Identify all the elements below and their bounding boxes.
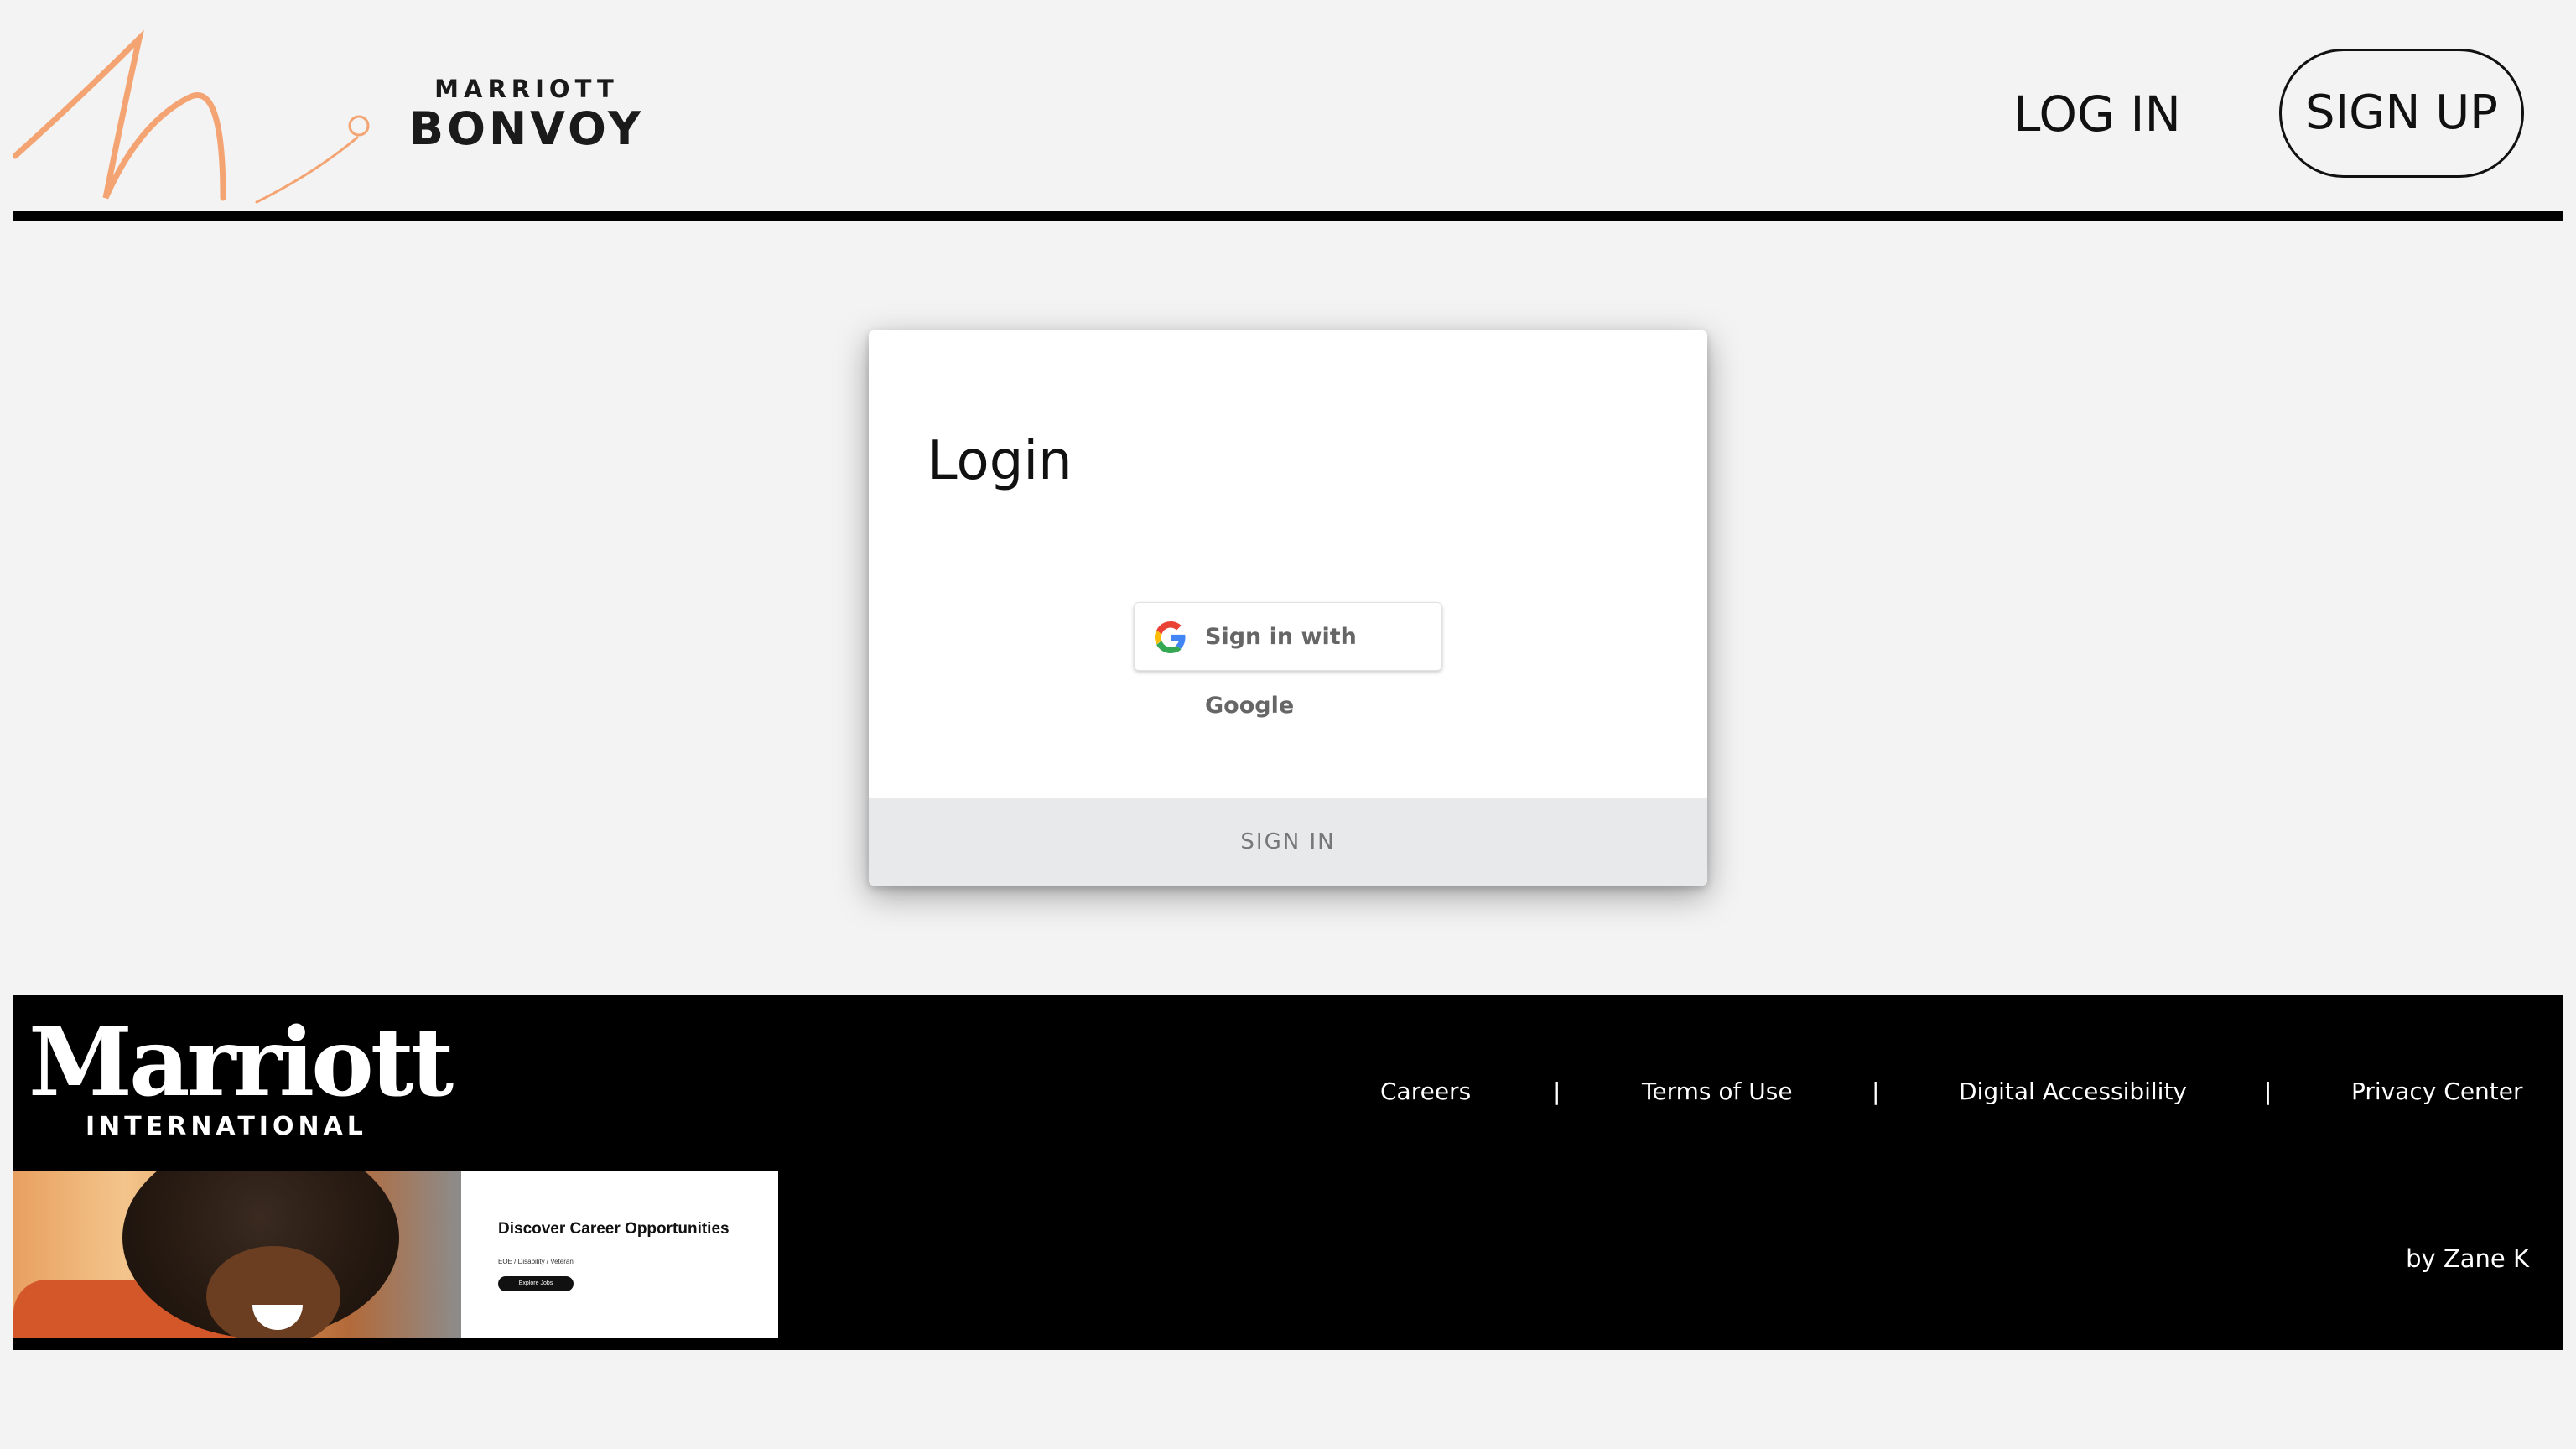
login-title: Login: [927, 430, 1072, 492]
ad-explore-jobs-button[interactable]: Explore Jobs: [498, 1276, 574, 1291]
ad-subtitle: EOE / Disability / Veteran: [498, 1258, 574, 1265]
ad-photo: [13, 1171, 461, 1338]
footer-links: Careers | Terms of Use | Digital Accessi…: [13, 1067, 2563, 1117]
footer-separator: |: [2264, 1078, 2272, 1105]
google-signin-button[interactable]: Sign in with Google: [1134, 602, 1442, 719]
nav-signup-button[interactable]: SIGN UP: [2279, 49, 2524, 178]
careers-ad-banner[interactable]: Discover Career Opportunities EOE / Disa…: [13, 1171, 778, 1338]
footer-link-privacy[interactable]: Privacy Center: [2351, 1067, 2523, 1117]
sign-in-button[interactable]: SIGN IN: [869, 798, 1707, 886]
site-footer: Marriott INTERNATIONAL Careers | Terms o…: [13, 995, 2563, 1350]
author-credit: by Zane K: [2406, 1244, 2529, 1273]
brand-line-bottom: BONVOY: [408, 102, 645, 155]
footer-separator: |: [1553, 1078, 1561, 1105]
brand-line-top: MARRIOTT: [434, 75, 619, 103]
ad-title: Discover Career Opportunities: [498, 1220, 730, 1238]
footer-link-terms[interactable]: Terms of Use: [1642, 1067, 1793, 1117]
footer-separator: |: [1872, 1078, 1880, 1105]
bonvoy-swirl-icon: [13, 30, 370, 204]
site-header: MARRIOTT BONVOY LOG IN SIGN UP: [13, 0, 2563, 221]
google-signin-label: Sign in with Google: [1205, 624, 1357, 719]
marriott-bonvoy-logo[interactable]: MARRIOTT BONVOY: [401, 72, 652, 156]
login-card: Login Sign in with Google SIGN IN: [869, 330, 1707, 886]
nav-login-link[interactable]: LOG IN: [1992, 80, 2202, 148]
footer-link-accessibility[interactable]: Digital Accessibility: [1959, 1067, 2187, 1117]
footer-link-careers[interactable]: Careers: [1380, 1067, 1471, 1117]
google-g-icon: [1155, 621, 1186, 653]
